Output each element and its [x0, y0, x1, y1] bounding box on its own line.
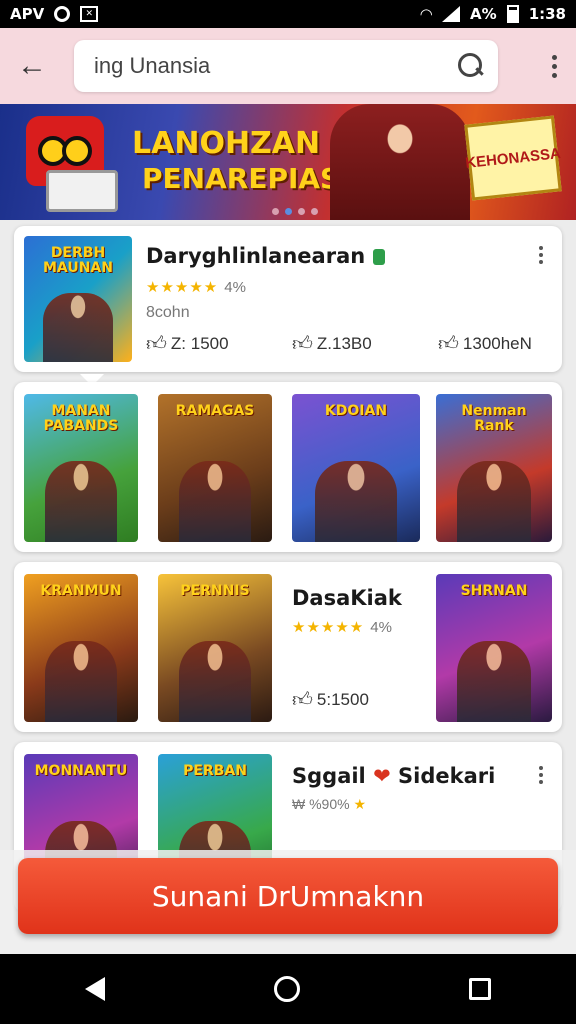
rating-text: 4%: [224, 279, 246, 296]
battery-percent: A%: [470, 5, 497, 23]
thumbnail-title: KRANMUN: [40, 583, 122, 599]
rating: ★★★★★ 4%: [146, 278, 246, 296]
app-thumbnail[interactable]: PERNNIS: [158, 574, 272, 722]
app-title-suffix: Sidekari: [398, 764, 496, 788]
more-vert-icon[interactable]: [536, 766, 546, 784]
nav-home-icon[interactable]: [273, 976, 300, 1002]
verified-icon: [373, 249, 386, 265]
thumbs-up-icon: 👍︎: [146, 333, 167, 355]
rating: ₩ %90% ★: [292, 796, 366, 813]
app-list-card[interactable]: KRANMUN PERNNIS DasaKiak ★★★★★ 4% 👍︎ 5:150…: [14, 562, 562, 732]
app-title[interactable]: Sggail ❤ Sidekari: [292, 764, 495, 788]
battery-icon: [506, 5, 519, 23]
app-subtitle: 8cohn: [146, 304, 190, 321]
notification-icon: ✕: [80, 6, 99, 22]
banner-title-line2: PENAREPIAS: [142, 162, 341, 195]
wifi-icon: ◠: [420, 5, 433, 23]
app-title-text: Sggail: [292, 764, 366, 788]
box-illustration: [46, 170, 118, 212]
system-nav-bar: [0, 954, 576, 1024]
thumbs-up-icon: 👍︎: [438, 333, 459, 355]
stat-likes: 👍︎ 1300heN: [438, 332, 532, 356]
stat-value: Z.13B0: [316, 334, 372, 353]
app-thumbnail[interactable]: MANAN PABANDS: [24, 394, 138, 542]
rating-star: ★: [353, 796, 367, 812]
banner-sign: KEHONASSA: [464, 115, 562, 201]
rating-text: ₩ %90%: [292, 796, 350, 812]
signal-icon: [442, 6, 461, 22]
status-bar: APV ✕ ◠ A% 1:38: [0, 0, 576, 28]
thumbs-up-icon: 👍︎: [292, 689, 313, 711]
rating-stars: ★★★★★: [146, 279, 219, 296]
stat-likes: 👍︎ 5:1500: [292, 688, 369, 712]
status-time: 1:38: [528, 5, 566, 23]
stat-value: Z: 1500: [170, 334, 229, 353]
promo-banner[interactable]: LANOHZAN PENAREPIAS KEHONASSA: [0, 104, 576, 220]
app-title-text: Daryghlinlanearan: [146, 244, 366, 268]
more-vert-icon[interactable]: [544, 54, 564, 78]
primary-action-button[interactable]: Sunani DrUmnaknn: [18, 858, 558, 934]
thumbnail-title: MANAN PABANDS: [43, 403, 119, 435]
banner-title-line1: LANOHZAN: [132, 126, 321, 161]
more-vert-icon[interactable]: [536, 246, 546, 264]
arrow-left-icon[interactable]: ←: [12, 46, 52, 86]
carousel-dot[interactable]: [272, 208, 279, 215]
carousel-dot[interactable]: [311, 208, 318, 215]
nav-back-icon[interactable]: [84, 977, 105, 1001]
status-carrier-text: APV: [10, 5, 45, 23]
rating-stars: ★★★★★: [292, 619, 365, 636]
stat-likes: 👍︎ Z: 1500: [146, 332, 229, 356]
sync-icon: [54, 6, 71, 22]
app-thumbnail[interactable]: SHRNAN: [436, 574, 552, 722]
thumbnail-title: PERNNIS: [180, 583, 250, 599]
carousel-dots[interactable]: [272, 208, 318, 215]
rating: ★★★★★ 4%: [292, 618, 392, 636]
app-grid-card: MANAN PABANDS RAMAGAS KDOIAN Nenman Rank: [14, 382, 562, 552]
app-thumbnail[interactable]: KRANMUN: [24, 574, 138, 722]
stat-likes: 👍︎ Z.13B0: [292, 332, 372, 356]
thumbnail-title: MONNANTU: [34, 763, 128, 779]
app-thumbnail[interactable]: DERBH MAUNAN: [24, 236, 132, 362]
app-thumbnail[interactable]: RAMAGAS: [158, 394, 272, 542]
stat-value: 1300heN: [462, 334, 532, 353]
hero-illustration: [330, 104, 470, 220]
gift-icon: ❤: [373, 764, 391, 788]
app-thumbnail[interactable]: Nenman Rank: [436, 394, 552, 542]
carousel-dot-active[interactable]: [285, 208, 292, 215]
featured-app-card[interactable]: DERBH MAUNAN Daryghlinlanearan ★★★★★ 4% 8…: [14, 226, 562, 386]
search-icon[interactable]: [456, 52, 484, 80]
app-title[interactable]: DasaKiak: [292, 586, 402, 610]
thumbnail-title: DERBH MAUNAN: [43, 245, 113, 277]
thumbnail-title: SHRNAN: [460, 583, 528, 599]
app-title[interactable]: Daryghlinlanearan: [146, 244, 386, 268]
app-thumbnail[interactable]: KDOIAN: [292, 394, 420, 542]
nav-recents-icon[interactable]: [469, 978, 492, 1000]
thumbnail-title: PERBAN: [183, 763, 247, 779]
thumbnail-title: KDOIAN: [324, 403, 388, 419]
rating-text: 4%: [370, 619, 392, 636]
thumbnail-title: RAMAGAS: [175, 403, 255, 419]
stat-value: 5:1500: [316, 690, 369, 709]
carousel-dot[interactable]: [298, 208, 305, 215]
search-bar[interactable]: [74, 40, 498, 92]
thumbnail-title: Nenman Rank: [461, 403, 527, 435]
search-input[interactable]: [94, 53, 456, 79]
thumbs-up-icon: 👍︎: [292, 333, 313, 355]
app-header: ←: [0, 28, 576, 104]
